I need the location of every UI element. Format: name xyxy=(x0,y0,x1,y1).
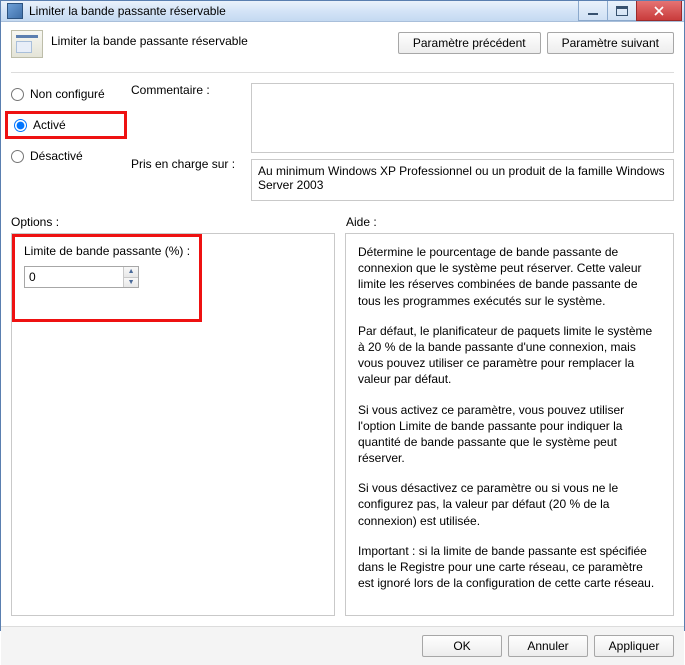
dialog-window: Limiter la bande passante réservable Lim… xyxy=(0,0,685,631)
app-icon xyxy=(7,3,23,19)
options-label: Options : xyxy=(11,215,346,229)
highlight-enabled: Activé xyxy=(5,111,127,139)
field-values: Au minimum Windows XP Professionnel ou u… xyxy=(251,83,674,201)
help-paragraph: Si vous désactivez ce paramètre ou si vo… xyxy=(358,480,661,529)
next-setting-button[interactable]: Paramètre suivant xyxy=(547,32,674,54)
help-panel: Détermine le pourcentage de bande passan… xyxy=(345,233,674,616)
top-section: Non configuré Activé Désactivé Commentai… xyxy=(11,83,674,201)
radio-enabled-input[interactable] xyxy=(14,119,27,132)
supported-text: Au minimum Windows XP Professionnel ou u… xyxy=(251,159,674,201)
nav-buttons: Paramètre précédent Paramètre suivant xyxy=(398,30,674,54)
apply-button[interactable]: Appliquer xyxy=(594,635,674,657)
spinner-buttons: ▲ ▼ xyxy=(123,267,138,287)
section-labels: Options : Aide : xyxy=(11,215,674,229)
help-paragraph: Si vous activez ce paramètre, vous pouve… xyxy=(358,402,661,467)
ok-button[interactable]: OK xyxy=(422,635,502,657)
window-controls xyxy=(579,1,682,21)
radio-disabled[interactable]: Désactivé xyxy=(11,149,121,163)
cancel-button[interactable]: Annuler xyxy=(508,635,588,657)
radio-not-configured[interactable]: Non configuré xyxy=(11,87,121,101)
supported-label: Pris en charge sur : xyxy=(131,157,241,171)
header-row: Limiter la bande passante réservable Par… xyxy=(11,30,674,58)
radio-disabled-label: Désactivé xyxy=(30,149,83,163)
help-paragraph: Détermine le pourcentage de bande passan… xyxy=(358,244,661,309)
bandwidth-limit-input[interactable] xyxy=(25,267,123,287)
bandwidth-limit-label: Limite de bande passante (%) : xyxy=(24,244,322,258)
titlebar[interactable]: Limiter la bande passante réservable xyxy=(1,1,684,22)
radio-not-configured-label: Non configuré xyxy=(30,87,105,101)
policy-icon xyxy=(11,30,43,58)
radio-enabled-label: Activé xyxy=(33,118,66,132)
radio-disabled-input[interactable] xyxy=(11,150,24,163)
divider xyxy=(11,72,674,73)
help-paragraph: Par défaut, le planificateur de paquets … xyxy=(358,323,661,388)
spinner-up-button[interactable]: ▲ xyxy=(124,267,138,278)
bandwidth-limit-spinner[interactable]: ▲ ▼ xyxy=(24,266,139,288)
help-paragraph: Important : si la limite de bande passan… xyxy=(358,543,661,592)
comment-label: Commentaire : xyxy=(131,83,241,157)
options-panel: Limite de bande passante (%) : ▲ ▼ xyxy=(11,233,335,616)
dialog-footer: OK Annuler Appliquer xyxy=(1,626,684,665)
close-button[interactable] xyxy=(636,1,682,21)
previous-setting-button[interactable]: Paramètre précédent xyxy=(398,32,541,54)
radio-not-configured-input[interactable] xyxy=(11,88,24,101)
close-icon xyxy=(654,6,664,16)
content-area: Limiter la bande passante réservable Par… xyxy=(1,22,684,626)
maximize-button[interactable] xyxy=(607,1,637,21)
state-radio-group: Non configuré Activé Désactivé xyxy=(11,83,121,201)
policy-title: Limiter la bande passante réservable xyxy=(51,30,248,48)
panels: Limite de bande passante (%) : ▲ ▼ Déter… xyxy=(11,233,674,616)
spinner-down-button[interactable]: ▼ xyxy=(124,278,138,288)
field-labels: Commentaire : Pris en charge sur : xyxy=(131,83,241,201)
comment-input[interactable] xyxy=(251,83,674,153)
window-title: Limiter la bande passante réservable xyxy=(29,4,579,18)
minimize-button[interactable] xyxy=(578,1,608,21)
radio-enabled[interactable]: Activé xyxy=(14,118,118,132)
help-label: Aide : xyxy=(346,215,377,229)
